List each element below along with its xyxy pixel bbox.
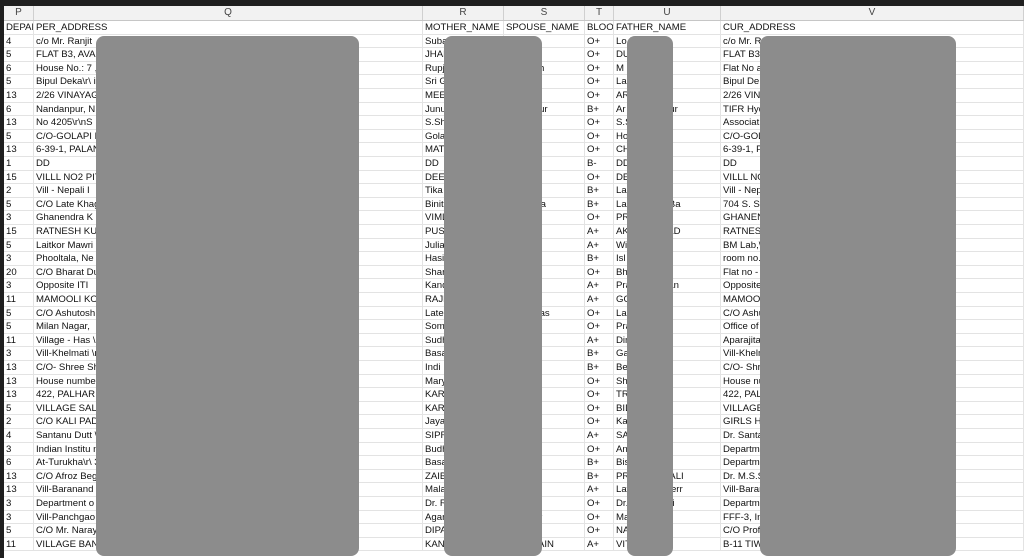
table-cell[interactable]: 5 bbox=[4, 238, 34, 253]
table-cell[interactable]: 13 bbox=[4, 469, 34, 484]
field-header-row[interactable]: DEPAI PER_ADDRESS MOTHER_NAME SPOUSE_NAME BL… bbox=[4, 21, 1024, 35]
table-cell[interactable]: O+ bbox=[585, 116, 614, 130]
table-cell[interactable]: 5 bbox=[4, 401, 34, 416]
table-cell[interactable]: 5 bbox=[4, 306, 34, 321]
table-cell[interactable]: O+ bbox=[585, 265, 614, 280]
table-cell[interactable]: A+ bbox=[585, 293, 614, 307]
table-cell[interactable]: BLOOD bbox=[585, 21, 614, 35]
table-cell[interactable]: O+ bbox=[585, 211, 614, 225]
table-cell[interactable]: O+ bbox=[585, 89, 614, 103]
table-cell[interactable]: O+ bbox=[585, 306, 614, 321]
table-cell[interactable]: A+ bbox=[585, 483, 614, 497]
table-cell[interactable]: 13 bbox=[4, 361, 34, 375]
table-cell[interactable]: B+ bbox=[585, 102, 614, 117]
table-cell[interactable]: 3 bbox=[4, 497, 34, 511]
table-cell[interactable]: 3 bbox=[4, 211, 34, 225]
table-cell[interactable]: 5 bbox=[4, 320, 34, 334]
table-cell[interactable]: 2 bbox=[4, 184, 34, 198]
table-cell[interactable]: 5 bbox=[4, 524, 34, 538]
table-cell[interactable]: 5 bbox=[4, 75, 34, 89]
table-cell[interactable]: 6 bbox=[4, 61, 34, 76]
table-cell[interactable]: O+ bbox=[585, 442, 614, 457]
table-cell[interactable]: 3 bbox=[4, 510, 34, 525]
table-cell[interactable]: O+ bbox=[585, 510, 614, 525]
table-cell[interactable]: 11 bbox=[4, 333, 34, 348]
table-cell[interactable]: MOTHER_NAME bbox=[423, 21, 504, 35]
table-cell[interactable]: A+ bbox=[585, 279, 614, 293]
table-cell[interactable]: 5 bbox=[4, 197, 34, 212]
table-cell[interactable]: O+ bbox=[585, 524, 614, 538]
table-cell[interactable]: 2 bbox=[4, 415, 34, 429]
column-header-bar: PQRSTUV bbox=[4, 6, 1024, 21]
table-cell[interactable]: A+ bbox=[585, 333, 614, 348]
table-cell[interactable]: 5 bbox=[4, 48, 34, 62]
table-cell[interactable]: O+ bbox=[585, 61, 614, 76]
table-cell[interactable]: 13 bbox=[4, 116, 34, 130]
table-cell[interactable]: A+ bbox=[585, 429, 614, 443]
table-cell[interactable]: 6 bbox=[4, 456, 34, 470]
redaction-block-per-address bbox=[96, 36, 359, 556]
table-cell[interactable]: 3 bbox=[4, 279, 34, 293]
table-cell[interactable]: O+ bbox=[585, 320, 614, 334]
column-header-u[interactable]: U bbox=[614, 6, 721, 20]
table-cell[interactable]: O+ bbox=[585, 170, 614, 185]
table-cell[interactable]: O+ bbox=[585, 388, 614, 402]
table-cell[interactable]: B+ bbox=[585, 184, 614, 198]
table-cell[interactable]: B- bbox=[585, 157, 614, 171]
table-cell[interactable]: B+ bbox=[585, 361, 614, 375]
column-header-p[interactable]: P bbox=[4, 6, 34, 20]
spreadsheet[interactable]: PQRSTUV DEPAI PER_ADDRESS MOTHER_NAME SPOUS… bbox=[4, 6, 1024, 558]
redaction-block-father bbox=[627, 36, 673, 556]
table-cell[interactable]: 5 bbox=[4, 129, 34, 144]
table-cell[interactable]: B+ bbox=[585, 252, 614, 266]
table-cell[interactable]: 11 bbox=[4, 537, 34, 552]
column-header-r[interactable]: R bbox=[423, 6, 504, 20]
table-cell[interactable]: 3 bbox=[4, 252, 34, 266]
table-cell[interactable]: 15 bbox=[4, 170, 34, 185]
table-cell[interactable]: O+ bbox=[585, 415, 614, 429]
table-cell[interactable]: CUR_ADDRESS bbox=[721, 21, 1024, 35]
table-cell[interactable]: O+ bbox=[585, 143, 614, 157]
column-header-q[interactable]: Q bbox=[34, 6, 423, 20]
table-cell[interactable]: A+ bbox=[585, 225, 614, 239]
redaction-block-mother-spouse bbox=[444, 36, 542, 556]
table-cell[interactable]: 11 bbox=[4, 293, 34, 307]
table-cell[interactable]: 3 bbox=[4, 442, 34, 457]
table-cell[interactable]: 4 bbox=[4, 34, 34, 49]
table-cell[interactable]: A+ bbox=[585, 537, 614, 552]
table-cell[interactable]: O+ bbox=[585, 75, 614, 89]
table-cell[interactable]: O+ bbox=[585, 401, 614, 416]
table-cell[interactable]: DEPAI bbox=[4, 21, 34, 35]
column-header-t[interactable]: T bbox=[585, 6, 614, 20]
table-cell[interactable]: 4 bbox=[4, 429, 34, 443]
table-cell[interactable]: 13 bbox=[4, 374, 34, 389]
table-cell[interactable]: O+ bbox=[585, 497, 614, 511]
column-header-v[interactable]: V bbox=[721, 6, 1024, 20]
table-cell[interactable]: 1 bbox=[4, 157, 34, 171]
table-cell[interactable]: 20 bbox=[4, 265, 34, 280]
redaction-block-cur-address bbox=[760, 36, 956, 556]
table-cell[interactable]: O+ bbox=[585, 34, 614, 49]
table-cell[interactable]: PER_ADDRESS bbox=[34, 21, 423, 35]
table-cell[interactable]: B+ bbox=[585, 347, 614, 361]
table-cell[interactable]: O+ bbox=[585, 129, 614, 144]
column-header-s[interactable]: S bbox=[504, 6, 585, 20]
table-cell[interactable]: 13 bbox=[4, 143, 34, 157]
table-cell[interactable]: B+ bbox=[585, 456, 614, 470]
table-cell[interactable]: B+ bbox=[585, 197, 614, 212]
table-cell[interactable]: O+ bbox=[585, 48, 614, 62]
table-cell[interactable]: A+ bbox=[585, 238, 614, 253]
table-cell[interactable]: B+ bbox=[585, 469, 614, 484]
table-cell[interactable]: 6 bbox=[4, 102, 34, 117]
table-cell[interactable]: 13 bbox=[4, 89, 34, 103]
table-cell[interactable]: O+ bbox=[585, 374, 614, 389]
table-cell[interactable]: 15 bbox=[4, 225, 34, 239]
table-cell[interactable]: 13 bbox=[4, 483, 34, 497]
table-cell[interactable]: FATHER_NAME bbox=[614, 21, 721, 35]
table-cell[interactable]: SPOUSE_NAME bbox=[504, 21, 585, 35]
table-cell[interactable]: 13 bbox=[4, 388, 34, 402]
table-cell[interactable]: 3 bbox=[4, 347, 34, 361]
